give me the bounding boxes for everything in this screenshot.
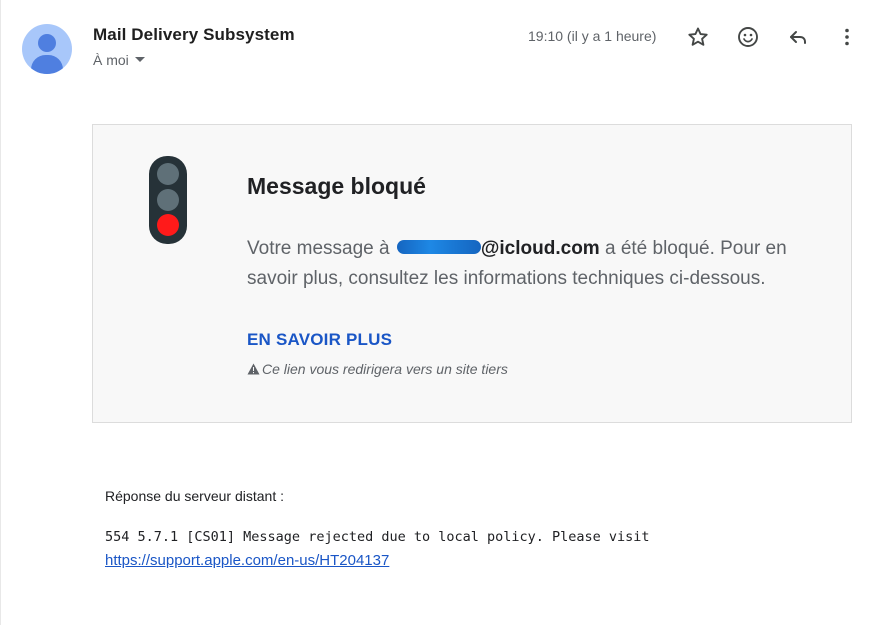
star-button[interactable]	[685, 24, 711, 50]
traffic-light-icon	[149, 156, 187, 244]
emoji-reaction-button[interactable]	[735, 24, 761, 50]
timestamp: 19:10 (il y a 1 heure)	[528, 28, 657, 44]
traffic-lamp-middle	[157, 189, 179, 211]
recipient-domain: @icloud.com	[480, 238, 600, 259]
description-prefix: Votre message à	[247, 238, 395, 259]
server-response-message: 554 5.7.1 [CS01] Message rejected due to…	[105, 529, 650, 545]
traffic-lamp-top	[157, 163, 179, 185]
learn-more-link[interactable]: EN SAVOIR PLUS	[247, 330, 392, 350]
card-title: Message bloqué	[247, 173, 426, 199]
caret-down-icon	[134, 56, 145, 62]
warning-text: Ce lien vous redirigera vers un site tie…	[262, 361, 508, 377]
reply-button[interactable]	[785, 24, 811, 50]
server-response-label: Réponse du serveur distant :	[105, 488, 284, 504]
divider	[0, 0, 1, 625]
warning-icon	[247, 363, 260, 375]
reply-icon	[790, 31, 806, 44]
card-description: Votre message à @icloud.com a été bloqué…	[247, 234, 822, 294]
support-link[interactable]: https://support.apple.com/en-us/HT204137	[105, 552, 389, 569]
sender-avatar[interactable]	[22, 24, 72, 74]
email-view: Mail Delivery Subsystem À moi 19:10 (il …	[0, 0, 872, 625]
star-icon	[688, 27, 708, 46]
redacted-address	[396, 239, 481, 254]
sender-name[interactable]: Mail Delivery Subsystem	[93, 25, 295, 45]
more-vert-icon	[845, 28, 849, 46]
traffic-lamp-red	[157, 214, 179, 236]
third-party-warning: Ce lien vous redirigera vers un site tie…	[247, 361, 508, 377]
blocked-message-card: Message bloqué Votre message à @icloud.c…	[92, 124, 852, 423]
recipient-dropdown[interactable]: À moi	[93, 52, 145, 68]
avatar-body	[31, 55, 63, 74]
more-options-button[interactable]	[834, 24, 860, 50]
emoji-icon	[738, 27, 758, 47]
recipient-label: À moi	[93, 52, 129, 68]
avatar-head	[38, 34, 56, 52]
